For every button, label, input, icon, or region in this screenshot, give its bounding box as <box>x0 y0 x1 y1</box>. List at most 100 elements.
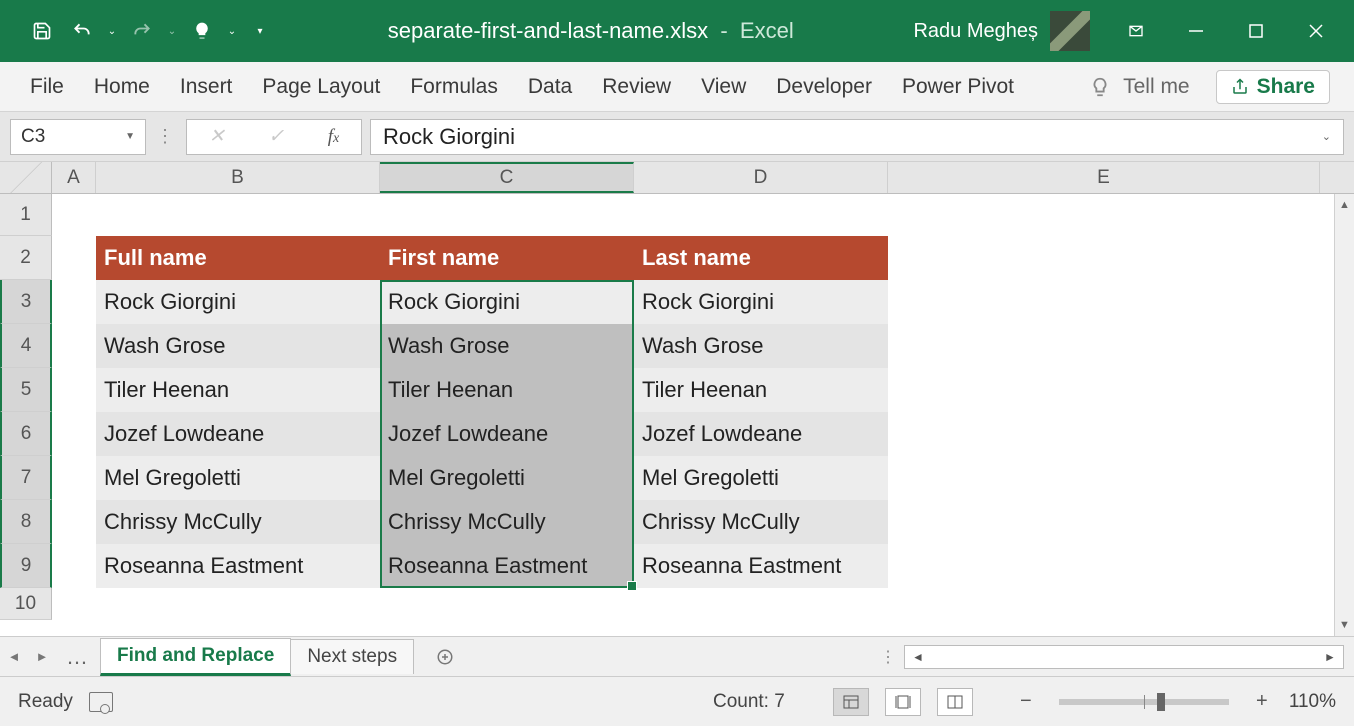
minimize-button[interactable] <box>1166 7 1226 55</box>
enter-icon[interactable]: ✓ <box>268 125 284 148</box>
username-label: Radu Megheș <box>913 20 1038 43</box>
row-header[interactable]: 2 <box>0 236 52 280</box>
cell[interactable]: Chrissy McCully <box>96 500 380 544</box>
col-header-d[interactable]: D <box>634 162 888 193</box>
tab-home[interactable]: Home <box>92 69 152 105</box>
cell[interactable]: Rock Giorgini <box>634 280 888 324</box>
tab-review[interactable]: Review <box>600 69 673 105</box>
row-header[interactable]: 10 <box>0 588 52 620</box>
close-button[interactable] <box>1286 7 1346 55</box>
tab-insert[interactable]: Insert <box>178 69 235 105</box>
view-page-layout-button[interactable] <box>885 688 921 716</box>
cell[interactable]: Chrissy McCully <box>634 500 888 544</box>
cell[interactable]: Roseanna Eastment <box>380 544 634 588</box>
col-header-a[interactable]: A <box>52 162 96 193</box>
col-header-b[interactable]: B <box>96 162 380 193</box>
avatar[interactable] <box>1050 11 1090 51</box>
row-header[interactable]: 5 <box>0 368 52 412</box>
chevron-down-icon: ▼ <box>125 131 135 142</box>
row-header[interactable]: 6 <box>0 412 52 456</box>
sheet-divider[interactable]: ⋮ <box>872 647 904 667</box>
row-header[interactable]: 3 <box>0 280 52 324</box>
macro-record-icon[interactable] <box>89 692 113 712</box>
cell[interactable]: Roseanna Eastment <box>634 544 888 588</box>
tab-power-pivot[interactable]: Power Pivot <box>900 69 1016 105</box>
ideas-button[interactable] <box>184 13 220 49</box>
row-header[interactable]: 9 <box>0 544 52 588</box>
cells-area[interactable]: Full name First name Last name Rock Gior… <box>52 194 1354 636</box>
undo-button[interactable] <box>64 13 100 49</box>
ribbon-options-button[interactable] <box>1106 7 1166 55</box>
scroll-right-icon[interactable]: ► <box>1317 650 1343 664</box>
table-header[interactable]: Full name <box>96 236 380 280</box>
row-header[interactable]: 1 <box>0 194 52 236</box>
ideas-dropdown[interactable]: ⌄ <box>224 26 240 37</box>
col-header-e[interactable]: E <box>888 162 1320 193</box>
sheet-nav-prev[interactable]: ◄ <box>0 649 28 664</box>
cell[interactable]: Mel Gregoletti <box>380 456 634 500</box>
zoom-in-button[interactable]: + <box>1251 690 1273 713</box>
tell-me[interactable]: Tell me <box>1089 73 1190 101</box>
redo-dropdown[interactable]: ⌄ <box>164 26 180 37</box>
zoom-slider[interactable] <box>1059 699 1229 705</box>
cancel-icon[interactable]: ✕ <box>209 125 225 148</box>
tell-me-label: Tell me <box>1123 75 1190 99</box>
cell[interactable]: Mel Gregoletti <box>634 456 888 500</box>
cell[interactable]: Rock Giorgini <box>96 280 380 324</box>
maximize-button[interactable] <box>1226 7 1286 55</box>
cell[interactable]: Tiler Heenan <box>96 368 380 412</box>
tab-data[interactable]: Data <box>526 69 574 105</box>
cell[interactable]: Roseanna Eastment <box>96 544 380 588</box>
cell[interactable]: Tiler Heenan <box>380 368 634 412</box>
save-button[interactable] <box>24 13 60 49</box>
cell[interactable]: Wash Grose <box>380 324 634 368</box>
name-box[interactable]: C3 ▼ <box>10 119 146 155</box>
sheet-nav-next[interactable]: ► <box>28 649 56 664</box>
chevron-down-icon[interactable]: ⌄ <box>1322 130 1331 143</box>
cell[interactable]: Chrissy McCully <box>380 500 634 544</box>
tab-page-layout[interactable]: Page Layout <box>260 69 382 105</box>
vertical-scrollbar[interactable]: ▲ ▼ <box>1334 194 1354 636</box>
view-page-break-button[interactable] <box>937 688 973 716</box>
table-header[interactable]: Last name <box>634 236 888 280</box>
zoom-level[interactable]: 110% <box>1289 691 1336 713</box>
horizontal-scrollbar[interactable]: ◄ ► <box>904 645 1344 669</box>
cell[interactable]: Tiler Heenan <box>634 368 888 412</box>
cell[interactable]: Wash Grose <box>96 324 380 368</box>
formula-bar-splitter[interactable]: ⋮ <box>154 126 178 147</box>
view-normal-button[interactable] <box>833 688 869 716</box>
table-header[interactable]: First name <box>380 236 634 280</box>
row-header[interactable]: 8 <box>0 500 52 544</box>
cell[interactable]: Wash Grose <box>634 324 888 368</box>
cell[interactable]: Jozef Lowdeane <box>634 412 888 456</box>
select-all-corner[interactable] <box>0 162 52 193</box>
quick-access-toolbar: ⌄ ⌄ ⌄ ▾ <box>8 13 268 49</box>
tab-file[interactable]: File <box>28 69 66 105</box>
redo-button[interactable] <box>124 13 160 49</box>
cell[interactable]: Mel Gregoletti <box>96 456 380 500</box>
tab-formulas[interactable]: Formulas <box>408 69 500 105</box>
scroll-left-icon[interactable]: ◄ <box>905 650 931 664</box>
tab-developer[interactable]: Developer <box>774 69 874 105</box>
col-header-c[interactable]: C <box>380 162 634 193</box>
new-sheet-button[interactable] <box>427 643 463 671</box>
cell[interactable]: Jozef Lowdeane <box>96 412 380 456</box>
title-bar: ⌄ ⌄ ⌄ ▾ separate-first-and-last-name.xls… <box>0 0 1354 62</box>
fx-icon[interactable]: fx <box>328 126 340 148</box>
row-header[interactable]: 4 <box>0 324 52 368</box>
sheet-tab-next-steps[interactable]: Next steps <box>290 639 414 674</box>
scroll-up-icon[interactable]: ▲ <box>1335 194 1354 216</box>
sheet-tab-find-replace[interactable]: Find and Replace <box>100 638 291 676</box>
row-headers: 1 2 3 4 5 6 7 8 9 10 <box>0 194 52 636</box>
cell[interactable]: Jozef Lowdeane <box>380 412 634 456</box>
share-button[interactable]: Share <box>1216 70 1330 104</box>
cell[interactable]: Rock Giorgini <box>380 280 634 324</box>
undo-dropdown[interactable]: ⌄ <box>104 26 120 37</box>
qat-customize[interactable]: ▾ <box>252 26 268 37</box>
formula-bar[interactable]: Rock Giorgini ⌄ <box>370 119 1344 155</box>
row-header[interactable]: 7 <box>0 456 52 500</box>
scroll-down-icon[interactable]: ▼ <box>1335 614 1354 636</box>
sheet-more[interactable]: … <box>56 644 100 670</box>
tab-view[interactable]: View <box>699 69 748 105</box>
zoom-out-button[interactable]: − <box>1015 690 1037 713</box>
